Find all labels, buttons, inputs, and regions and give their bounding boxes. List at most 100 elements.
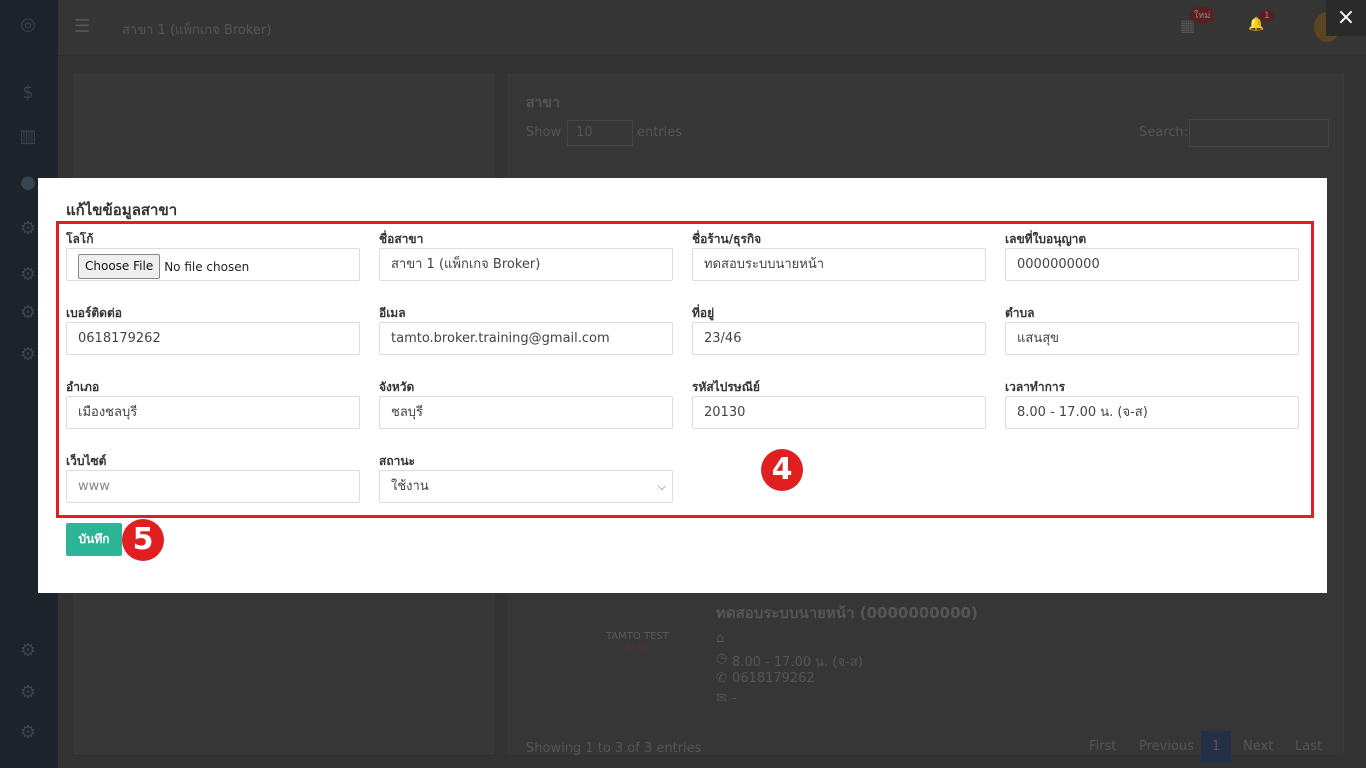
search-input[interactable] — [1189, 119, 1329, 147]
input-value: ชลบุรี — [391, 405, 424, 420]
text-input[interactable]: www — [66, 470, 360, 503]
text-input[interactable]: 0618179262 — [66, 322, 360, 355]
show-label: Show — [526, 125, 562, 140]
text-input[interactable]: สาขา 1 (แพ็กเกจ Broker) — [379, 248, 673, 281]
step-badge-5: 5 — [122, 519, 164, 561]
close-icon: × — [1336, 5, 1356, 30]
field-label: จังหวัด — [379, 380, 415, 394]
choose-file-button[interactable]: Choose File — [78, 254, 161, 279]
gear-icon[interactable]: ⚙ — [17, 682, 39, 704]
text-input[interactable]: ทดสอบระบบนายหน้า — [692, 248, 986, 281]
menu-icon[interactable]: ☰ — [74, 16, 90, 37]
input-value: tamto.broker.training@gmail.com — [391, 331, 610, 346]
input-placeholder: www — [78, 479, 110, 494]
page-1[interactable]: 1 — [1201, 731, 1231, 763]
field-label: ชื่อสาขา — [379, 232, 424, 246]
file-status: No file chosen — [164, 260, 250, 274]
text-input[interactable]: เมืองชลบุรี — [66, 396, 360, 429]
form-field: โลโก้ Choose File No file chosen — [66, 230, 360, 281]
card-email: - — [732, 691, 737, 706]
card-phone: 0618179262 — [732, 671, 815, 686]
money-icon[interactable]: $ — [17, 82, 39, 104]
input-value: 20130 — [704, 405, 746, 420]
chart-icon[interactable]: ▥ — [17, 126, 39, 148]
form-field: อีเมล tamto.broker.training@gmail.com — [379, 304, 673, 355]
gear-icon[interactable]: ⚙ — [17, 640, 39, 662]
entries-label: entries — [637, 125, 683, 140]
input-value: ทดสอบระบบนายหน้า — [704, 257, 825, 272]
input-value: 0618179262 — [78, 331, 161, 346]
form-field: ชื่อร้าน/ธุรกิจทดสอบระบบนายหน้า — [692, 230, 986, 281]
clock-icon: ◷ — [716, 651, 728, 666]
save-button[interactable]: บันทึก — [66, 523, 122, 556]
close-button[interactable]: × — [1326, 0, 1366, 36]
form-field: เว็บไซต์ www — [66, 452, 360, 503]
logo-text: TAMTO TEST — [606, 631, 669, 642]
form-field: ชื่อสาขาสาขา 1 (แพ็กเกจ Broker) — [379, 230, 673, 281]
page-previous[interactable]: Previous — [1139, 739, 1194, 754]
table-info: Showing 1 to 3 of 3 entries — [526, 741, 702, 756]
search-label: Search: — [1139, 125, 1189, 140]
logo-file-input[interactable]: Choose File No file chosen — [66, 248, 360, 281]
input-value: 23/46 — [704, 331, 742, 346]
step-badge-4: 4 — [761, 449, 803, 491]
field-label: เลขที่ใบอนุญาต — [1005, 232, 1087, 246]
notification-badge: 1 — [1260, 10, 1274, 22]
phone-icon: ✆ — [716, 671, 727, 686]
text-input[interactable]: แสนสุข — [1005, 322, 1299, 355]
input-value: แสนสุข — [1017, 331, 1060, 346]
gear-icon[interactable]: ⚙ — [17, 302, 39, 324]
card-name: ทดสอบระบบนายหน้า (0000000000) — [716, 604, 978, 622]
apps-badge: ใหม่ — [1190, 7, 1215, 23]
field-label: เว็บไซต์ — [66, 454, 107, 468]
text-input[interactable]: 20130 — [692, 396, 986, 429]
field-label: เวลาทำการ — [1005, 380, 1066, 394]
entries-select[interactable]: 10 — [567, 120, 633, 146]
topbar: ☰ สาขา 1 (แพ็กเกจ Broker) ▦ ใหม่ 🔔 1 — [58, 0, 1366, 56]
logo-sub: BASIC — [625, 643, 649, 652]
form-field: รหัสไปรษณีย์ 20130 — [692, 378, 986, 429]
form-field: สถานะใช้งาน ⌵ — [379, 452, 673, 503]
form-field: เลขที่ใบอนุญาต 0000000000 — [1005, 230, 1299, 281]
status-value: ใช้งาน — [391, 479, 429, 494]
status-select[interactable]: ใช้งาน ⌵ — [379, 470, 673, 503]
gear-icon[interactable]: ⚙ — [17, 218, 39, 240]
gear-icon[interactable]: ⚙ — [17, 264, 39, 286]
text-input[interactable]: 23/46 — [692, 322, 986, 355]
form-field: จังหวัดชลบุรี — [379, 378, 673, 429]
text-input[interactable]: 8.00 - 17.00 น. (จ-ส) — [1005, 396, 1299, 429]
logo-icon: ◎ — [20, 14, 36, 35]
input-value: สาขา 1 (แพ็กเกจ Broker) — [391, 257, 541, 272]
form-field: เวลาทำการ 8.00 - 17.00 น. (จ-ส) — [1005, 378, 1299, 429]
input-value: 0000000000 — [1017, 257, 1100, 272]
field-label: สถานะ — [379, 454, 415, 468]
user-icon[interactable]: ● — [17, 172, 39, 194]
chevron-down-icon: ⌵ — [657, 480, 666, 493]
field-label: โลโก้ — [66, 232, 94, 246]
field-label: รหัสไปรษณีย์ — [692, 380, 760, 394]
page-first[interactable]: First — [1089, 739, 1116, 754]
input-value: เมืองชลบุรี — [78, 405, 138, 420]
branch-selector[interactable]: สาขา 1 (แพ็กเกจ Broker) — [122, 19, 271, 40]
field-label: ที่อยู่ — [692, 306, 715, 320]
input-value: 8.00 - 17.00 น. (จ-ส) — [1017, 405, 1148, 420]
text-input[interactable]: tamto.broker.training@gmail.com — [379, 322, 673, 355]
card-hours: 8.00 - 17.00 น. (จ-ส) — [732, 655, 863, 670]
form-field: ที่อยู่ 23/46 — [692, 304, 986, 355]
gear-icon[interactable]: ⚙ — [17, 722, 39, 744]
gear-icon[interactable]: ⚙ — [17, 344, 39, 366]
page-last[interactable]: Last — [1295, 739, 1322, 754]
form-field: อำเภอเมืองชลบุรี — [66, 378, 360, 429]
envelope-icon: ✉ — [716, 691, 727, 706]
field-label: อำเภอ — [66, 380, 100, 394]
text-input[interactable]: ชลบุรี — [379, 396, 673, 429]
form-field: เบอร์ติดต่อ 0618179262 — [66, 304, 360, 355]
text-input[interactable]: 0000000000 — [1005, 248, 1299, 281]
field-label: อีเมล — [379, 306, 406, 320]
field-label: ชื่อร้าน/ธุรกิจ — [692, 232, 762, 246]
field-label: ตำบล — [1005, 306, 1035, 320]
home-icon: ⌂ — [716, 631, 725, 646]
page-next[interactable]: Next — [1243, 739, 1273, 754]
edit-branch-modal: แก้ไขข้อมูลสาขา โลโก้ Choose File No file … — [38, 178, 1327, 593]
modal-title: แก้ไขข้อมูลสาขา — [66, 201, 178, 219]
